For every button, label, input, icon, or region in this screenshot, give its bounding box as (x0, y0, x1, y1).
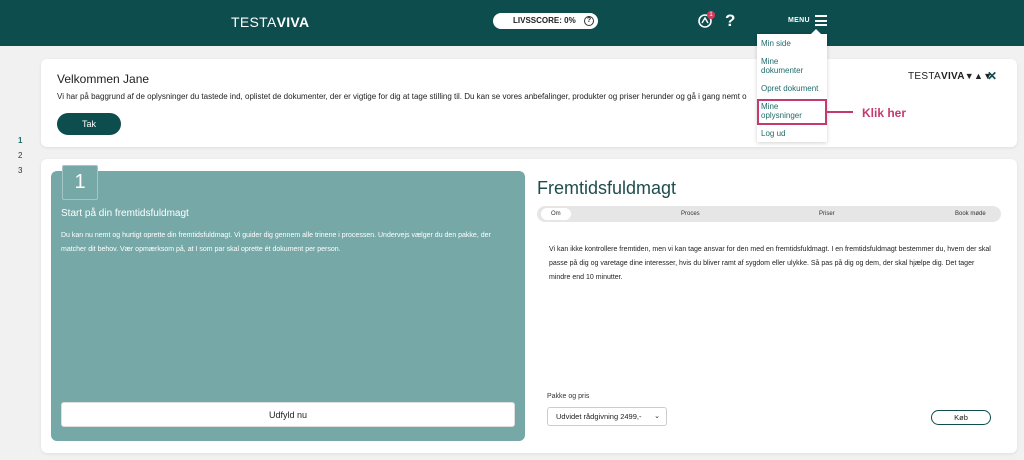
welcome-title: Velkommen Jane (57, 72, 150, 86)
start-panel: 1 Start på din fremtidsfuldmagt Du kan n… (51, 165, 525, 441)
tab-book-mode[interactable]: Book møde (955, 206, 986, 222)
livsscore-pill[interactable]: LIVSSCORE: 0% ? (493, 13, 598, 29)
step-list: 1 2 3 (18, 133, 22, 178)
menu-item-min-side[interactable]: Min side (761, 39, 791, 48)
tak-button[interactable]: Tak (57, 113, 121, 135)
welcome-text: Vi har på baggrund af de oplysninger du … (57, 92, 747, 101)
question-circle-icon[interactable]: ? (584, 16, 594, 26)
buy-button[interactable]: Køb (931, 410, 991, 425)
testaviva-logo[interactable]: TESTAVIVA (231, 14, 309, 30)
top-navigation-bar: TESTAVIVA LIVSSCORE: 0% ? 1 ? MENU (0, 0, 1024, 46)
product-description: Vi kan ikke kontrollere fremtiden, men v… (549, 246, 991, 281)
testaviva-brand-logo: TESTAVIVA▼▲▼ (908, 71, 993, 82)
chevron-down-icon: ⌄ (654, 413, 660, 420)
product-title: Fremtidsfuldmagt (537, 178, 677, 198)
tab-priser[interactable]: Priser (819, 206, 835, 222)
close-icon[interactable]: ✕ (987, 69, 997, 83)
product-card: 1 Start på din fremtidsfuldmagt Du kan n… (41, 159, 1017, 453)
notification-badge: 1 (707, 11, 715, 19)
package-selected-value: Udvidet rådgivning 2499,- (556, 412, 642, 421)
tab-proces[interactable]: Proces (681, 206, 700, 222)
menu-item-log-ud[interactable]: Log ud (761, 129, 785, 138)
tab-om[interactable]: Om (541, 208, 571, 220)
main-menu-dropdown: Min side Mine dokumenter Opret dokument … (757, 29, 827, 142)
notification-icon[interactable]: 1 (698, 11, 715, 30)
step-1[interactable]: 1 (18, 133, 22, 148)
dropdown-arrow (811, 29, 821, 34)
welcome-card: Velkommen Jane Vi har på baggrund af de … (41, 59, 1017, 147)
package-select[interactable]: Udvidet rådgivning 2499,- ⌄ (547, 407, 667, 426)
menu-item-opret-dokument[interactable]: Opret dokument (761, 84, 818, 93)
panel-text: Du kan nu nemt og hurtigt oprette din fr… (61, 232, 491, 253)
menu-item-mine-dokumenter[interactable]: Mine dokumenter (761, 57, 817, 75)
callout-line (827, 111, 853, 113)
menu-item-mine-oplysninger[interactable]: Mine oplysninger (761, 102, 813, 120)
panel-title: Start på din fremtidsfuldmagt (61, 208, 189, 219)
package-label: Pakke og pris (547, 393, 590, 400)
help-icon[interactable]: ? (725, 11, 735, 31)
hamburger-icon[interactable] (815, 15, 827, 26)
callout-klik-her: Klik her (862, 106, 907, 120)
udfyld-nu-button[interactable]: Udfyld nu (61, 402, 515, 427)
step-3[interactable]: 3 (18, 163, 22, 178)
product-tabs: Om Proces Priser Book møde (537, 206, 1001, 222)
menu-label[interactable]: MENU (788, 17, 810, 24)
livsscore-label: LIVSSCORE: 0% (513, 16, 576, 25)
step-2[interactable]: 2 (18, 148, 22, 163)
step-number-badge: 1 (62, 165, 98, 200)
